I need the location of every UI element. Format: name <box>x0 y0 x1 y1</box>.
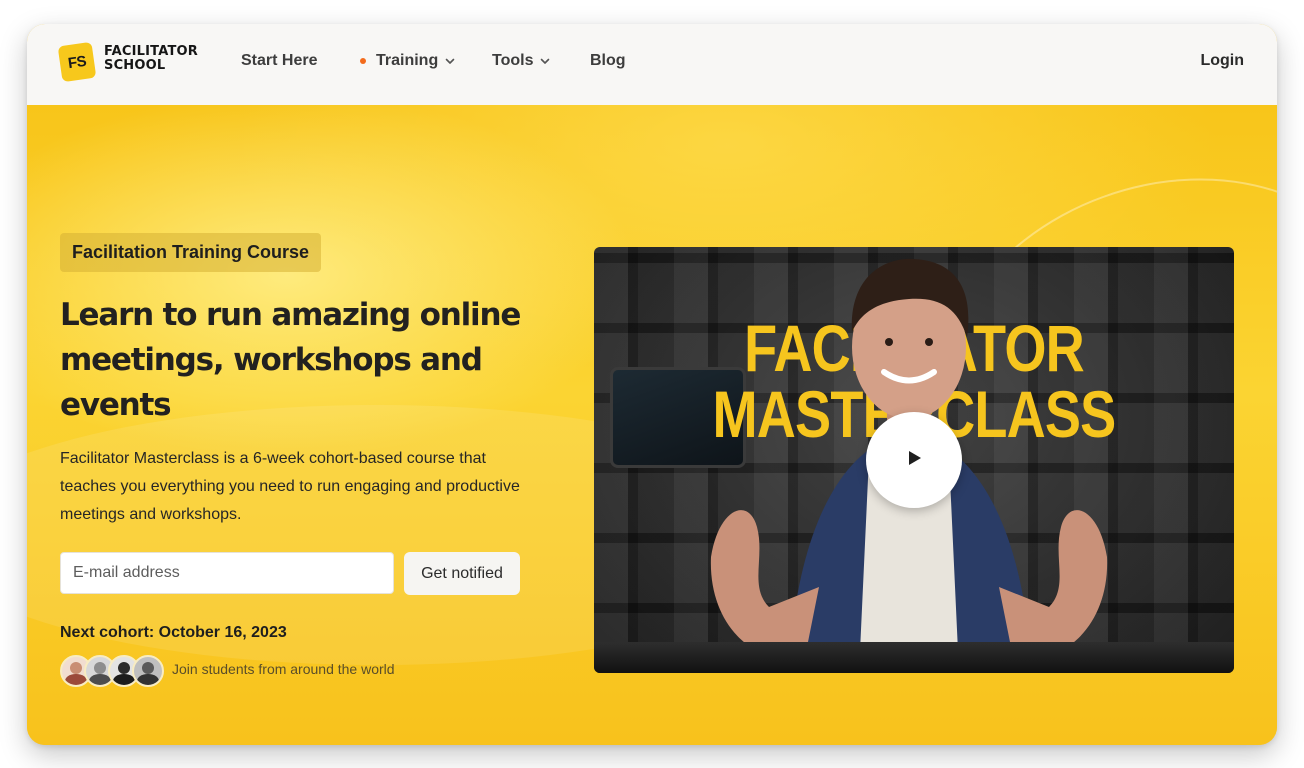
nav-item-label: Training <box>376 52 439 69</box>
new-indicator-dot <box>360 58 366 64</box>
join-students-text: Join students from around the world <box>172 661 395 677</box>
play-icon <box>905 449 923 472</box>
logo-line1: FACILITATOR <box>104 44 198 59</box>
nav-item-tools[interactable]: Tools <box>492 52 551 70</box>
top-nav: FS FACILITATOR SCHOOL Start Here Trainin… <box>27 24 1277 106</box>
logo-line2: SCHOOL <box>104 58 166 73</box>
avatar <box>132 655 164 687</box>
next-cohort-date: Next cohort: October 16, 2023 <box>60 624 287 641</box>
chevron-down-icon <box>444 55 456 67</box>
hero-description: Facilitator Masterclass is a 6-week coho… <box>60 450 520 523</box>
site-logo[interactable]: FS FACILITATOR SCHOOL <box>57 41 210 86</box>
nav-item-label: Blog <box>590 52 626 69</box>
video-table <box>594 642 1234 673</box>
course-badge: Facilitation Training Course <box>60 233 322 272</box>
play-button[interactable] <box>866 412 962 508</box>
login-link[interactable]: Login <box>1200 52 1244 70</box>
chevron-down-icon <box>539 55 551 67</box>
get-notified-button[interactable]: Get notified <box>404 552 520 595</box>
hero-headline: Learn to run amazing online meetings, wo… <box>60 297 521 423</box>
logo-text: FACILITATOR SCHOOL <box>104 45 214 73</box>
hero-section: Facilitation Training Course Learn to ru… <box>27 105 1277 745</box>
nav-item-start-here[interactable]: Start Here <box>241 52 317 70</box>
nav-item-training[interactable]: Training <box>360 52 456 70</box>
nav-item-label: Start Here <box>241 52 318 69</box>
video-player[interactable]: FACILITATOR MASTERCLASS <box>594 247 1234 673</box>
nav-item-label: Tools <box>492 52 534 69</box>
nav-item-blog[interactable]: Blog <box>590 52 626 70</box>
email-field[interactable] <box>60 552 394 594</box>
logo-mark: FS <box>57 41 97 83</box>
browser-window: FS FACILITATOR SCHOOL Start Here Trainin… <box>27 24 1277 745</box>
